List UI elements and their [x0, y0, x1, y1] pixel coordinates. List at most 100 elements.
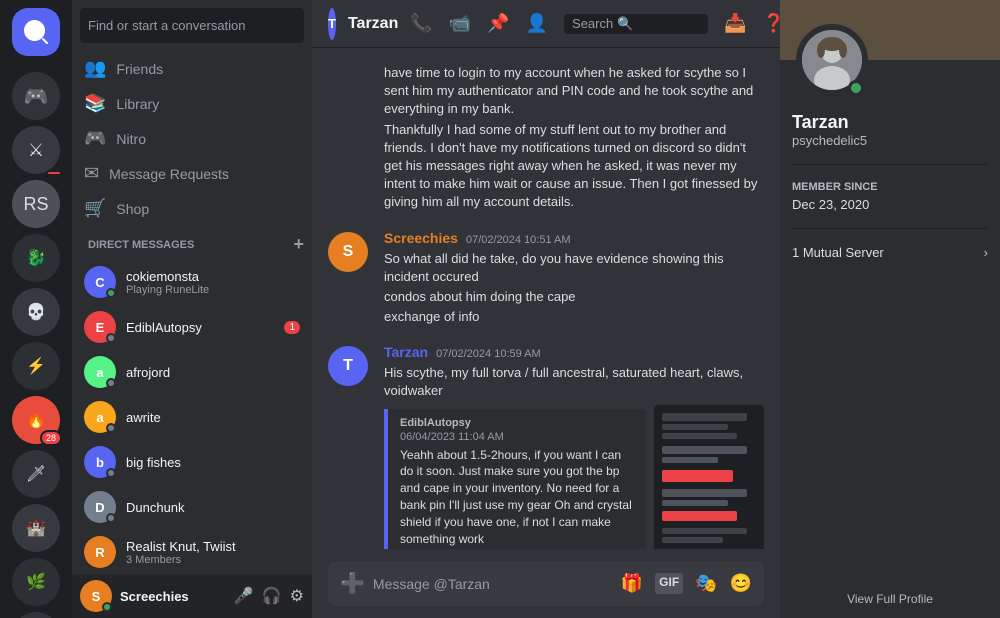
status-dot [106, 333, 116, 343]
nav-shop-label: Shop [116, 201, 149, 217]
dm-avatar: R [84, 536, 116, 568]
online-indicator [848, 80, 864, 96]
dm-name: Dunchunk [126, 500, 185, 515]
embed-mini-row [662, 413, 747, 421]
embed-message-1: EdiblAutopsy 06/04/2023 11:04 AM Yeahh a… [384, 409, 646, 549]
server-sidebar: 🎮 ⚔ RS 🐉 💀 ⚡ 🔥 28 🗡 🏰 🌿 🎯 🌟 NEW + 🔭 [0, 0, 72, 618]
current-user-info: Screechies [120, 589, 226, 604]
message-group: S Screechies 07/02/2024 10:51 AM So what… [328, 230, 764, 329]
video-icon[interactable]: 📹 [449, 13, 471, 34]
profile-divider [792, 164, 988, 165]
dm-item-realistknut[interactable]: R Realist Knut, Twiist3 Members [76, 530, 308, 574]
msg-text: exchange of info [384, 308, 764, 326]
emoji-icon[interactable]: 😊 [730, 573, 752, 594]
mutual-servers-row[interactable]: 1 Mutual Server › [780, 237, 1000, 268]
server-icon-3[interactable]: RS [12, 180, 60, 228]
embed-content: EdiblAutopsy 06/04/2023 11:04 AM Yeahh a… [400, 417, 634, 548]
nav-friends[interactable]: 👥 Friends [76, 52, 308, 85]
dm-name: cokiemonsta [126, 269, 209, 284]
add-content-icon[interactable]: ➕ [340, 571, 365, 596]
dm-item-cokiemonsta[interactable]: C cokiemonstaPlaying RuneLite [76, 260, 308, 304]
chat-input[interactable] [373, 576, 613, 592]
current-user-avatar: S [80, 580, 112, 612]
home-button[interactable] [12, 8, 60, 56]
pin-icon[interactable]: 📌 [487, 13, 509, 34]
msg-avatar: T [328, 346, 368, 386]
chevron-right-icon: › [984, 245, 988, 260]
dm-sidebar: Find or start a conversation 👥 Friends 📚… [72, 0, 312, 618]
nav-library[interactable]: 📚 Library [76, 87, 308, 120]
nav-message-requests-label: Message Requests [109, 166, 229, 182]
gif-icon[interactable]: GIF [655, 573, 683, 594]
right-panel: Tarzan psychedelic5 Member Since Dec 23,… [780, 0, 1000, 618]
server-icon-6[interactable]: ⚡ [12, 342, 60, 390]
dm-name: EdiblAutopsy [126, 320, 202, 335]
dm-name: awrite [126, 410, 161, 425]
server-icon-9[interactable]: 🏰 [12, 504, 60, 552]
message-embeds: EdiblAutopsy 06/04/2023 11:04 AM Yeahh a… [384, 405, 764, 549]
embed-left: EdiblAutopsy 06/04/2023 11:04 AM Yeahh a… [384, 405, 646, 549]
server-icon-1[interactable]: 🎮 [12, 72, 60, 120]
chat-header-name: Tarzan [348, 15, 398, 33]
embed-mini-row [662, 489, 747, 497]
server-icon-8[interactable]: 🗡 [12, 450, 60, 498]
server-icon-7[interactable]: 🔥 28 [12, 396, 60, 444]
chat-input-box: ➕ 🎁 GIF 🎭 😊 [328, 561, 764, 606]
msg-timestamp: 07/02/2024 10:59 AM [436, 348, 541, 360]
sticker-icon[interactable]: 🎭 [695, 573, 717, 594]
embed-mini-row [662, 424, 728, 430]
dm-item-afrojord[interactable]: a afrojord [76, 350, 308, 394]
dm-item-ediblautopsy[interactable]: E EdiblAutopsy 1 [76, 305, 308, 349]
server-icon-2[interactable]: ⚔ [12, 126, 60, 174]
chat-messages: have time to login to my account when he… [312, 48, 780, 549]
help-icon[interactable]: ❓ [762, 13, 780, 34]
mutual-servers-label: 1 Mutual Server [792, 245, 884, 260]
message-group: have time to login to my account when he… [328, 64, 764, 214]
server-icon-10[interactable]: 🌿 [12, 558, 60, 606]
dm-avatar: a [84, 401, 116, 433]
deafen-icon[interactable]: 🎧 [262, 586, 282, 606]
search-placeholder: Find or start a conversation [88, 18, 246, 33]
mute-icon[interactable]: 🎤 [234, 586, 254, 606]
dm-name: big fishes [126, 455, 181, 470]
chat-input-area: ➕ 🎁 GIF 🎭 😊 [312, 549, 780, 618]
nitro-icon: 🎮 [84, 128, 106, 149]
friends-icon: 👥 [84, 58, 106, 79]
dm-item-bigfishes[interactable]: b big fishes [76, 440, 308, 484]
message-group: T Tarzan 07/02/2024 10:59 AM His scythe,… [328, 344, 764, 549]
server-icon-5[interactable]: 💀 [12, 288, 60, 336]
nav-nitro-label: Nitro [116, 131, 146, 147]
nav-message-requests[interactable]: ✉ Message Requests [76, 157, 308, 190]
dm-name: Realist Knut, Twiist [126, 539, 236, 554]
msg-content: have time to login to my account when he… [384, 64, 764, 214]
dm-avatar: E [84, 311, 116, 343]
dm-item-dunchunk[interactable]: D Dunchunk [76, 485, 308, 529]
status-dot [106, 513, 116, 523]
profile-banner [780, 0, 1000, 60]
profile-divider-2 [792, 228, 988, 229]
chat-search-box[interactable]: Search 🔍 [564, 14, 708, 34]
search-bar[interactable]: Find or start a conversation [80, 8, 304, 43]
settings-icon[interactable]: ⚙ [290, 586, 304, 606]
inbox-icon[interactable]: 📥 [724, 13, 746, 34]
server-icon-11[interactable]: 🎯 [12, 612, 60, 618]
dm-item-awrite[interactable]: a awrite [76, 395, 308, 439]
dm-list: C cokiemonstaPlaying RuneLite E EdiblAut… [72, 259, 312, 574]
msg-avatar-spacer [328, 64, 368, 214]
server-icon-4[interactable]: 🐉 [12, 234, 60, 282]
nav-library-label: Library [116, 96, 159, 112]
dm-section-label: DIRECT MESSAGES + [72, 226, 312, 259]
current-user-area: S Screechies 🎤 🎧 ⚙ [72, 574, 312, 618]
view-full-profile-button[interactable]: View Full Profile [792, 588, 988, 610]
add-member-icon[interactable]: 👤 [526, 13, 548, 34]
gift-icon[interactable]: 🎁 [621, 573, 643, 594]
nav-nitro[interactable]: 🎮 Nitro [76, 122, 308, 155]
header-icons: 📞 📹 📌 👤 Search 🔍 📥 ❓ [410, 13, 780, 34]
nav-shop[interactable]: 🛒 Shop [76, 192, 308, 225]
add-dm-button[interactable]: + [293, 234, 304, 255]
msg-timestamp: 07/02/2024 10:51 AM [466, 234, 571, 246]
dm-avatar: C [84, 266, 116, 298]
embed-timestamp: 06/04/2023 11:04 AM [400, 431, 634, 443]
phone-icon[interactable]: 📞 [410, 13, 432, 34]
user-controls: 🎤 🎧 ⚙ [234, 586, 304, 606]
